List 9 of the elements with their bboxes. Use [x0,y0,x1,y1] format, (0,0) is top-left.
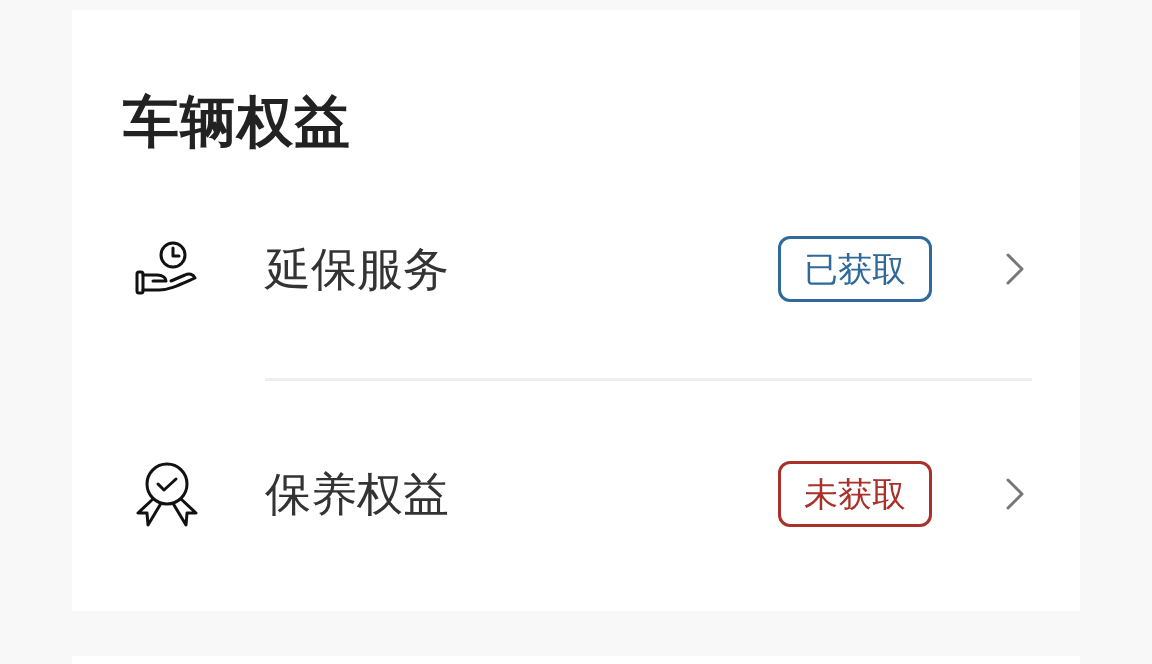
chevron-right-icon[interactable] [1005,478,1025,510]
section-title: 车辆权益 [123,94,351,150]
award-check-icon [135,461,199,527]
status-badge: 已获取 [778,236,932,302]
chevron-right-icon[interactable] [1005,253,1025,285]
status-badge: 未获取 [778,461,932,527]
item-label: 延保服务 [265,246,450,292]
hand-clock-icon [135,241,199,297]
item-label: 保养权益 [265,471,450,517]
